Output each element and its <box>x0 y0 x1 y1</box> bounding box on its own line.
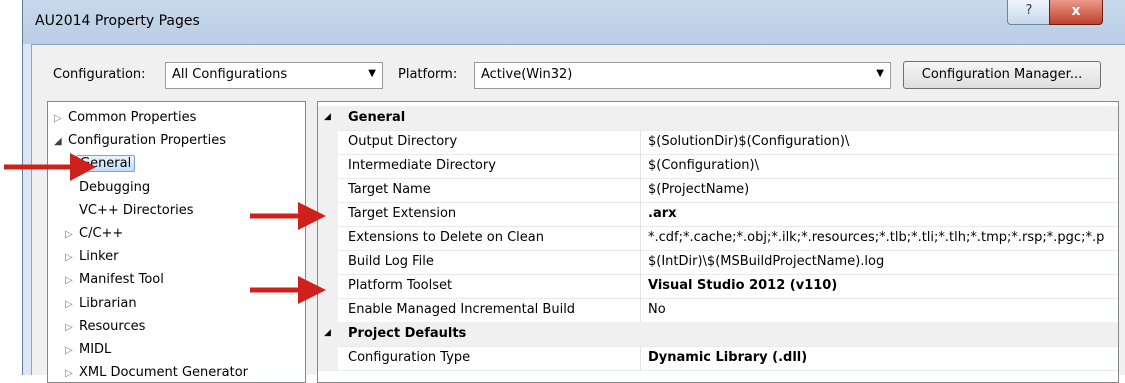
property-name: Enable Managed Incremental Build <box>348 302 576 317</box>
property-value[interactable]: *.cdf;*.cache;*.obj;*.ilk;*.resources;*.… <box>648 230 1104 245</box>
property-row[interactable]: Target Extension .arx <box>318 202 1118 227</box>
configuration-value: All Configurations <box>172 67 288 82</box>
tree-item-common-properties[interactable]: ▷ Common Properties <box>54 108 196 128</box>
expand-icon[interactable]: ▷ <box>65 225 79 245</box>
property-name: Build Log File <box>348 254 434 269</box>
expand-icon[interactable]: ▷ <box>65 248 79 268</box>
property-value[interactable]: $(SolutionDir)$(Configuration)\ <box>648 134 849 149</box>
tree-item-linker[interactable]: ▷ Linker <box>65 247 119 267</box>
configuration-dropdown[interactable]: All Configurations ▼ <box>165 62 383 89</box>
close-button[interactable]: x <box>1049 0 1103 25</box>
tree-item-vc-directories[interactable]: VC++ Directories <box>79 201 194 221</box>
property-value[interactable]: No <box>648 302 666 317</box>
platform-value: Active(Win32) <box>481 67 573 82</box>
property-row[interactable]: Configuration Type Dynamic Library (.dll) <box>318 346 1118 371</box>
expand-icon[interactable]: ▷ <box>65 318 79 338</box>
collapse-icon[interactable]: ◢ <box>324 112 331 122</box>
help-button[interactable]: ? <box>1007 0 1051 25</box>
property-name: Platform Toolset <box>348 278 453 293</box>
property-value[interactable]: .arx <box>648 206 677 221</box>
property-value[interactable]: $(IntDir)\$(MSBuildProjectName).log <box>648 254 884 269</box>
expand-icon[interactable]: ▷ <box>65 271 79 291</box>
expand-icon[interactable]: ▷ <box>65 364 79 382</box>
tree-item-manifest-tool[interactable]: ▷ Manifest Tool <box>65 270 164 290</box>
chevron-down-icon: ▼ <box>876 68 884 79</box>
category-general[interactable]: ◢ General <box>318 106 1118 131</box>
collapse-icon[interactable]: ◢ <box>324 328 331 338</box>
annotation-arrow-icon <box>250 276 326 304</box>
property-row[interactable]: Extensions to Delete on Clean *.cdf;*.cac… <box>318 226 1118 251</box>
property-value[interactable]: $(Configuration)\ <box>648 158 759 173</box>
configuration-manager-button[interactable]: Configuration Manager... <box>903 61 1101 89</box>
property-grid[interactable]: ◢ General Output Directory $(SolutionDir)… <box>317 101 1119 383</box>
property-name: Output Directory <box>348 134 458 149</box>
property-name: Intermediate Directory <box>348 158 496 173</box>
property-name: Configuration Type <box>348 350 471 365</box>
property-name: Extensions to Delete on Clean <box>348 230 544 245</box>
tree-item-librarian[interactable]: ▷ Librarian <box>65 294 137 314</box>
platform-dropdown[interactable]: Active(Win32) ▼ <box>474 62 891 89</box>
property-row[interactable]: Target Name $(ProjectName) <box>318 178 1118 203</box>
tree-item-resources[interactable]: ▷ Resources <box>65 317 145 337</box>
property-name: Target Extension <box>348 206 457 221</box>
property-row[interactable]: Enable Managed Incremental Build No <box>318 298 1118 323</box>
property-value[interactable]: $(ProjectName) <box>648 182 749 197</box>
window-title: AU2014 Property Pages <box>35 13 200 29</box>
property-value[interactable]: Dynamic Library (.dll) <box>648 350 807 365</box>
chevron-down-icon: ▼ <box>368 68 376 79</box>
property-name: Target Name <box>348 182 431 197</box>
annotation-arrow-icon <box>250 202 326 230</box>
property-tree[interactable]: ▷ Common Properties ◢ Configuration Proper… <box>47 101 306 383</box>
dialog-client-area: Configuration: All Configurations ▼ Plat… <box>31 44 1125 383</box>
tree-item-xml-document-generator[interactable]: ▷ XML Document Generator <box>65 363 248 382</box>
property-row[interactable]: Intermediate Directory $(Configuration)\ <box>318 154 1118 179</box>
annotation-arrow-icon <box>4 153 96 181</box>
expand-icon[interactable]: ▷ <box>65 341 79 361</box>
property-row[interactable]: Output Directory $(SolutionDir)$(Configur… <box>318 130 1118 155</box>
configuration-label: Configuration: <box>53 67 146 82</box>
title-bar[interactable]: AU2014 Property Pages ? x <box>23 0 1125 44</box>
category-project-defaults[interactable]: ◢ Project Defaults <box>318 322 1118 347</box>
expand-icon[interactable]: ▷ <box>54 109 68 129</box>
tree-item-c-cpp[interactable]: ▷ C/C++ <box>65 224 123 244</box>
property-row[interactable]: Build Log File $(IntDir)\$(MSBuildProject… <box>318 250 1118 275</box>
platform-label: Platform: <box>398 67 458 82</box>
expand-icon[interactable]: ▷ <box>65 295 79 315</box>
property-row[interactable]: Platform Toolset Visual Studio 2012 (v110… <box>318 274 1118 299</box>
property-pages-window: AU2014 Property Pages ? x Configuration:… <box>22 0 1125 383</box>
property-value[interactable]: Visual Studio 2012 (v110) <box>648 278 837 293</box>
tree-item-midl[interactable]: ▷ MIDL <box>65 340 111 360</box>
